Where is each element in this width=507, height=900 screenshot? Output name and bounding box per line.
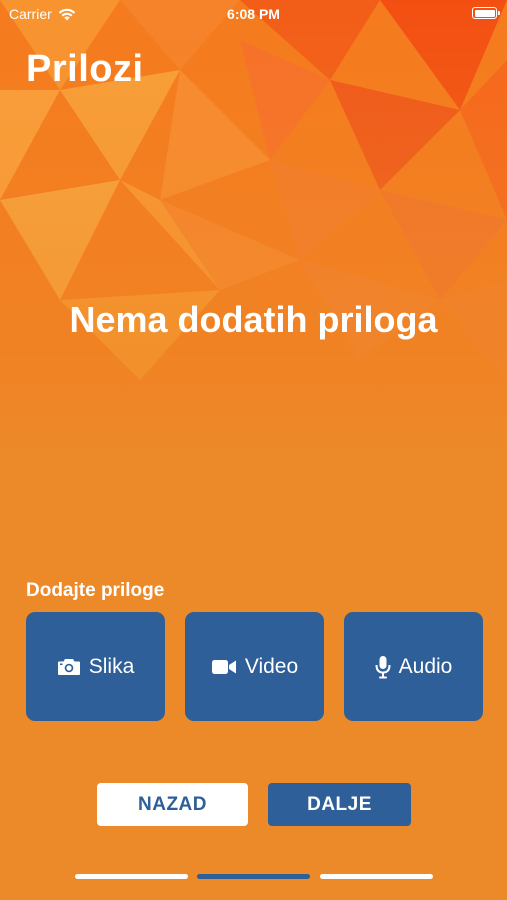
attachments-section-label: Dodajte priloge xyxy=(26,580,165,601)
add-audio-button[interactable]: Audio xyxy=(344,612,483,721)
add-photo-button[interactable]: Slika xyxy=(26,612,165,721)
next-button[interactable]: DALJE xyxy=(268,783,411,826)
add-video-button[interactable]: Video xyxy=(185,612,324,721)
add-audio-label: Audio xyxy=(398,654,453,678)
page-title: Prilozi xyxy=(26,48,144,90)
empty-state-message: Nema dodatih priloga xyxy=(69,299,438,340)
progress-step-1 xyxy=(75,874,188,879)
video-camera-icon xyxy=(211,659,236,674)
add-photo-label: Slika xyxy=(88,654,135,678)
status-time: 6:08 PM xyxy=(227,6,280,22)
battery-icon xyxy=(472,7,500,19)
back-button[interactable]: NAZAD xyxy=(97,783,248,826)
add-video-label: Video xyxy=(244,654,299,678)
status-bar: Carrier 6:08 PM xyxy=(0,0,507,30)
progress-step-3 xyxy=(320,874,433,879)
camera-icon xyxy=(57,658,80,675)
microphone-icon xyxy=(375,655,391,678)
progress-step-2 xyxy=(197,874,310,879)
